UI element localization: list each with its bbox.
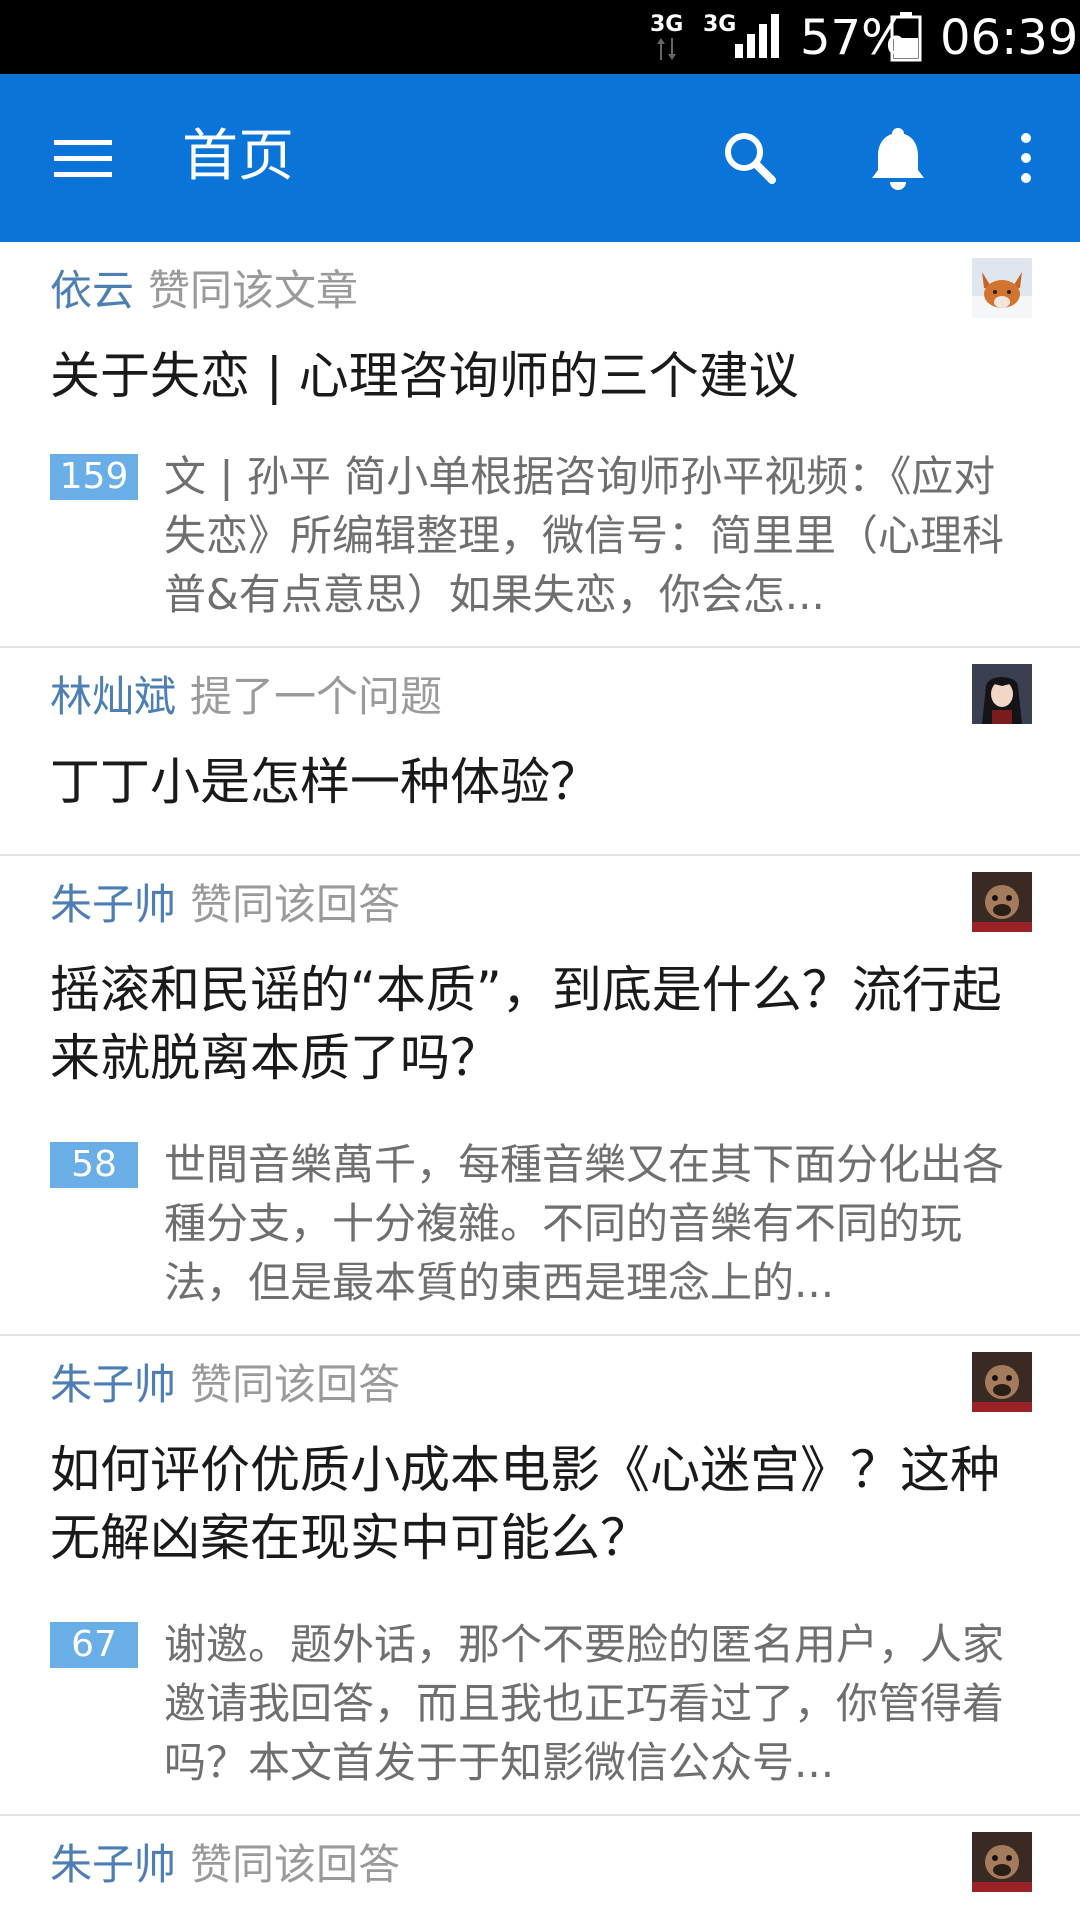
feed-item-excerpt[interactable]: 文 | 孙平 简小单根据咨询师孙平视频：《应对失恋》所编辑整理，微信号：简里里（… <box>164 447 1030 624</box>
bell-icon[interactable] <box>858 118 938 198</box>
activity-label: 赞同该回答 <box>190 1840 401 1889</box>
feed-item-meta: 朱子帅 赞同该回答 <box>50 1356 400 1414</box>
user-name[interactable]: 朱子帅 <box>50 1360 176 1409</box>
app-bar: 首页 <box>0 74 1080 242</box>
feed-item-title[interactable]: 如何评价优质小成本电影《心迷宫》？这种无解凶案在现实中可能么？ <box>50 1436 1030 1572</box>
feed-item-excerpt[interactable]: 谢邀。题外话，那个不要脸的匿名用户，人家邀请我回答，而且我也正巧看过了，你管得着… <box>164 1615 1030 1792</box>
feed-item-title[interactable]: 关于失恋 | 心理咨询师的三个建议 <box>50 342 1030 410</box>
feed-item-meta: 依云 赞同该文章 <box>50 262 358 320</box>
avatar[interactable] <box>972 1832 1032 1892</box>
user-name[interactable]: 林灿斌 <box>50 672 176 721</box>
user-name[interactable]: 朱子帅 <box>50 880 176 929</box>
avatar[interactable] <box>972 258 1032 318</box>
feed-item-meta: 朱子帅 赞同该回答 <box>50 1836 400 1894</box>
feed-item-meta: 朱子帅 赞同该回答 <box>50 876 400 934</box>
feed-item[interactable]: 朱子帅 赞同该回答 <box>0 1816 1080 1920</box>
more-vert-icon[interactable] <box>1000 118 1052 198</box>
user-name[interactable]: 朱子帅 <box>50 1840 176 1889</box>
feed-list: 依云 赞同该文章 关于失恋 | 心理咨询师的三个建议 159 文 | 孙平 简小单… <box>0 242 1080 1920</box>
battery-icon <box>890 12 922 62</box>
feed-item[interactable]: 依云 赞同该文章 关于失恋 | 心理咨询师的三个建议 159 文 | 孙平 简小单… <box>0 242 1080 648</box>
status-bar: 3G 3G 57% 06:39 <box>0 0 1080 74</box>
menu-icon[interactable] <box>40 118 120 198</box>
network-type-label: 3G <box>703 12 737 37</box>
avatar[interactable] <box>972 1352 1032 1412</box>
avatar[interactable] <box>972 872 1032 932</box>
feed-item-meta: 林灿斌 提了一个问题 <box>50 668 442 726</box>
feed-item[interactable]: 朱子帅 赞同该回答 摇滚和民谣的“本质”，到底是什么？流行起来就脱离本质了吗？ 5… <box>0 856 1080 1336</box>
clock: 06:39 <box>940 10 1079 66</box>
activity-label: 提了一个问题 <box>190 672 443 721</box>
page-title: 首页 <box>182 124 294 189</box>
feed-item-title[interactable]: 丁丁小是怎样一种体验？ <box>50 748 1030 816</box>
activity-label: 赞同该文章 <box>148 266 359 315</box>
user-name[interactable]: 依云 <box>50 266 134 315</box>
feed-item-excerpt[interactable]: 世間音樂萬千，每種音樂又在其下面分化出各種分支，十分複雜。不同的音樂有不同的玩法… <box>164 1135 1030 1312</box>
data-transfer-icon <box>657 38 676 60</box>
activity-label: 赞同该回答 <box>190 1360 401 1409</box>
vote-count-badge: 159 <box>50 454 138 500</box>
vote-count-badge: 67 <box>50 1622 138 1668</box>
activity-label: 赞同该回答 <box>190 880 401 929</box>
search-icon[interactable] <box>710 118 790 198</box>
feed-item[interactable]: 林灿斌 提了一个问题 丁丁小是怎样一种体验？ <box>0 648 1080 856</box>
vote-count-badge: 58 <box>50 1142 138 1188</box>
feed-item-title[interactable]: 摇滚和民谣的“本质”，到底是什么？流行起来就脱离本质了吗？ <box>50 956 1030 1092</box>
avatar[interactable] <box>972 664 1032 724</box>
network-type-label: 3G <box>650 12 684 37</box>
feed-item[interactable]: 朱子帅 赞同该回答 如何评价优质小成本电影《心迷宫》？这种无解凶案在现实中可能么？… <box>0 1336 1080 1816</box>
signal-strength-icon <box>735 14 779 58</box>
